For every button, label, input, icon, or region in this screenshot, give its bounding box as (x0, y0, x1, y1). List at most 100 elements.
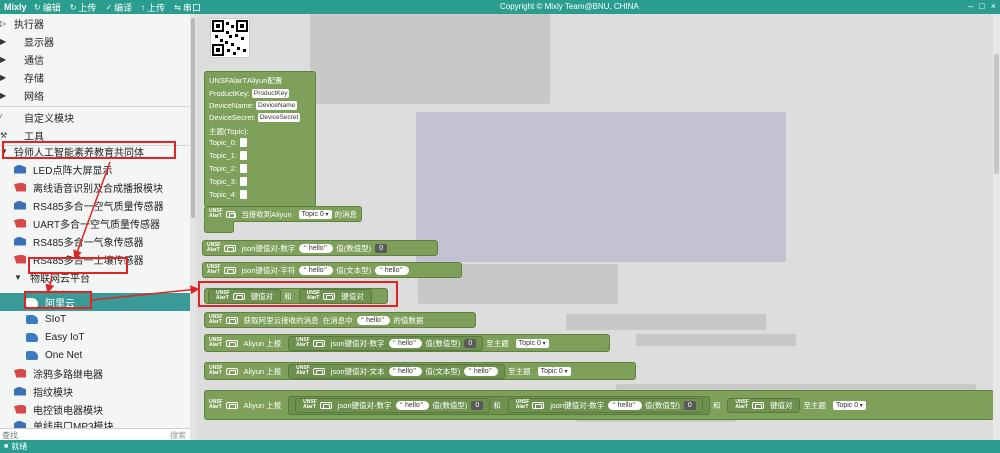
block-icon (26, 314, 38, 324)
block-toggle-icon[interactable] (225, 367, 238, 375)
topic-4-field[interactable] (239, 190, 247, 199)
key-input[interactable]: “hello” (395, 400, 430, 410)
block-toggle-icon[interactable] (225, 316, 238, 324)
key-input[interactable]: “hello” (388, 338, 423, 348)
block-icon (26, 332, 38, 342)
value-input[interactable]: “hello” (375, 265, 409, 275)
block-toggle-icon[interactable] (751, 401, 764, 409)
sidebar-item-rs485-soil[interactable]: RS485多合一土壤传感器 (14, 250, 144, 268)
block-toggle-icon[interactable] (225, 401, 238, 409)
receive-message-block[interactable]: UNSFAlarT 当接收到Aliyun Topic 0 的消息 (204, 206, 362, 222)
topic-2-field[interactable] (239, 164, 247, 173)
faded-block (566, 314, 766, 330)
sidebar-item-rs485-weather[interactable]: RS485多合一气象传感器 (14, 232, 144, 250)
inner-kv-block[interactable]: UNSF AlarT 键值对 (208, 288, 282, 304)
device-name-field[interactable]: DeviceName (256, 101, 298, 110)
block-toggle-icon[interactable] (319, 401, 332, 409)
sidebar-item-led-matrix[interactable]: LED点阵大屏显示 (14, 160, 112, 178)
window-controls: – □ × (968, 1, 996, 11)
category-ai-literacy[interactable]: ▼ 铃师人工智能素养教育共同体 (0, 142, 144, 160)
scrollbar-thumb[interactable] (191, 18, 195, 218)
value-input[interactable]: 0 (471, 400, 484, 410)
inner-json-block[interactable]: UNSF AlarT json键值对-数字 “hello” 值(数值型) 0 (288, 335, 484, 351)
block-toggle-icon[interactable] (312, 367, 325, 375)
edit-button[interactable]: ↻ 编辑 (34, 1, 61, 14)
block-toggle-icon[interactable] (223, 244, 236, 252)
category-display[interactable]: ▶ 显示器 (0, 32, 54, 50)
sidebar-item-fingerprint[interactable]: 指纹模块 (14, 382, 73, 400)
block-toggle-icon[interactable] (225, 339, 238, 347)
json-number-block[interactable]: UNSF AlarT json键值对-数字 “hello” 值(数值型) 0 (202, 240, 438, 256)
key-input[interactable]: “hello” (356, 315, 391, 325)
block-category-sidebar: ▷ 执行器 ▶ 显示器 ▶ 通信 ▶ 存储 ▶ 网络 ⁄ 自定义模块 ⚒ 工具 ▼ 铃师人工智能… (0, 14, 194, 440)
inner-kv-merge-block[interactable]: UNSF AlarT json键值对-数字 “hello” 值(数值型) 0 和 … (288, 395, 710, 415)
minimize-icon[interactable]: – (968, 1, 973, 11)
block-toggle-icon[interactable] (232, 292, 245, 300)
key-value-merge-block[interactable]: UNSF AlarT 键值对 和 UNSF AlarT 键值对 (204, 288, 388, 304)
value-input[interactable]: 0 (683, 400, 696, 410)
close-icon[interactable]: × (991, 1, 996, 11)
category-iot-platform[interactable]: ▼ 物联网云平台 (14, 268, 90, 286)
block-toggle-icon[interactable] (225, 210, 236, 218)
topic-dropdown[interactable]: Topic 0 (537, 366, 571, 376)
workspace-scrollbar[interactable] (993, 14, 1000, 440)
block-toggle-icon[interactable] (323, 292, 336, 300)
block-workspace[interactable]: UNSFAlarT Aliyun配置 ProductKey: ProductKey… (196, 14, 1000, 440)
topic-dropdown[interactable]: Topic 0 (298, 209, 332, 219)
compile-button[interactable]: ✓ 编译 (105, 1, 132, 14)
device-secret-field[interactable]: DeviceSecret (257, 113, 301, 122)
unsf-label: UNSFAlarT (209, 208, 223, 219)
triangle-right-icon: ▶ (0, 90, 7, 100)
key-input[interactable]: “hello” (299, 265, 334, 275)
key-input[interactable]: “hello” (388, 366, 423, 376)
aliyun-publish-text-block[interactable]: UNSF AlarT Aliyun 上报 UNSF AlarT json键值对-文本… (204, 362, 636, 380)
block-toggle-icon[interactable] (223, 266, 236, 274)
aliyun-config-block[interactable]: UNSFAlarT Aliyun配置 ProductKey: ProductKey… (204, 71, 316, 207)
product-key-field[interactable]: ProductKey (251, 89, 290, 98)
inner-json-block[interactable]: UNSF AlarT json键值对-数字 “hello” 值(数值型) 0 (295, 397, 491, 413)
category-network[interactable]: ▶ 网络 (0, 86, 44, 104)
json-text-block[interactable]: UNSF AlarT json键值对-字符 “hello” 值(文本型) “hel… (202, 262, 462, 278)
key-input[interactable]: “hello” (299, 243, 334, 253)
sidebar-item-voice[interactable]: 离线语音识别及合成播报模块 (14, 178, 163, 196)
value-input[interactable]: 0 (464, 338, 477, 348)
maximize-icon[interactable]: □ (979, 1, 984, 11)
aliyun-publish-multi-block[interactable]: UNSF AlarT Aliyun 上报 UNSF AlarT json键值对-数字… (204, 390, 994, 420)
category-custom-module[interactable]: ⁄ 自定义模块 (0, 108, 74, 126)
category-actuator[interactable]: ▷ 执行器 (0, 14, 44, 32)
sidebar-item-aliyun[interactable]: 阿里云 (0, 293, 190, 311)
top-toolbar: Mixly ↻ 编辑 ↻ 上传 ✓ 编译 ↑ 上传 ⇆ 串口 Copyright © Mi… (0, 0, 1000, 14)
parse-message-block[interactable]: UNSF AlarT 获取阿里云接收的消息 在消息中 “hello” 的值数据 (204, 312, 476, 328)
inner-json-block[interactable]: UNSF AlarT json键值对-文本 “hello” 值(文本型) “hel… (288, 363, 506, 379)
sidebar-item-rs485-air[interactable]: RS485多合一空气质量传感器 (14, 196, 164, 214)
app-title: Mixly (4, 2, 27, 12)
block-icon (26, 297, 38, 307)
sidebar-item-easyiot[interactable]: Easy IoT (26, 328, 84, 346)
value-input[interactable]: “hello” (464, 366, 499, 376)
inner-kv-block[interactable]: UNSF AlarT 键值对 (727, 397, 801, 413)
aliyun-publish-number-block[interactable]: UNSF AlarT Aliyun 上报 UNSF AlarT json键值对-数字… (204, 334, 610, 352)
scrollbar-thumb[interactable] (994, 54, 999, 174)
sidebar-item-onenet[interactable]: One Net (26, 346, 82, 364)
topic-dropdown[interactable]: Topic 0 (832, 400, 866, 410)
search-input[interactable] (2, 431, 152, 440)
sidebar-item-siot[interactable]: SIoT (26, 310, 66, 328)
category-communication[interactable]: ▶ 通信 (0, 50, 44, 68)
block-toggle-icon[interactable] (312, 339, 325, 347)
key-input[interactable]: “hello” (608, 400, 642, 410)
search-button[interactable]: 搜索 (170, 430, 186, 440)
upload2-button[interactable]: ↑ 上传 (141, 1, 165, 14)
topic-1-field[interactable] (239, 151, 247, 160)
block-toggle-icon[interactable] (532, 401, 545, 409)
value-input[interactable]: 0 (375, 243, 388, 253)
topic-3-field[interactable] (239, 177, 247, 186)
inner-kv-block[interactable]: UNSF AlarT 键值对 (298, 288, 372, 304)
sidebar-item-relay[interactable]: 涂鸦多路继电器 (14, 364, 103, 382)
serial-button[interactable]: ⇆ 串口 (174, 1, 201, 14)
sidebar-item-uart-air[interactable]: UART多合一空气质量传感器 (14, 214, 160, 232)
category-storage[interactable]: ▶ 存储 (0, 68, 44, 86)
topic-dropdown[interactable]: Topic 0 (515, 338, 549, 348)
topic-0-field[interactable] (239, 138, 247, 147)
inner-json-block[interactable]: UNSF AlarT json键值对-数字 “hello” 值(数值型) 0 (507, 397, 703, 413)
upload-button[interactable]: ↻ 上传 (70, 1, 97, 14)
